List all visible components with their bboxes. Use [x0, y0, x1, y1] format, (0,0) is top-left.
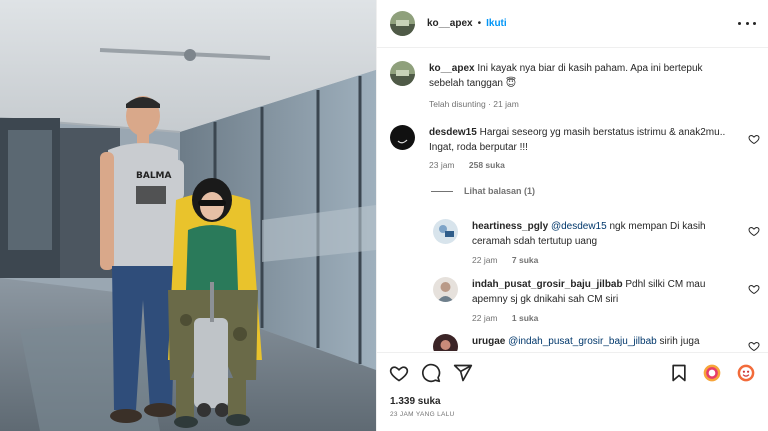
share-icon[interactable]	[453, 363, 473, 383]
bookmark-icon[interactable]	[669, 363, 689, 383]
reply-username[interactable]: urugae	[472, 336, 505, 347]
comment-time: 23 jam	[429, 160, 455, 170]
author-avatar[interactable]	[390, 11, 415, 36]
post-time-ago: 23 JAM YANG LALU	[390, 411, 455, 418]
comments-list[interactable]: ko__apex Ini kayak nya biar di kasih pah…	[377, 49, 768, 351]
commenter-avatar[interactable]	[390, 125, 415, 150]
heart-icon[interactable]	[748, 340, 760, 351]
header-separator: •	[477, 18, 482, 29]
reply-avatar[interactable]	[433, 219, 458, 244]
view-replies-button[interactable]: Lihat balasan (1)	[431, 186, 535, 196]
like-heart-icon[interactable]	[389, 363, 409, 383]
reply-likes[interactable]: 7 suka	[512, 255, 538, 265]
shirt-text: BALMA	[136, 171, 172, 181]
reply-time: 22 jam	[472, 313, 498, 323]
post-likes-count[interactable]: 1.339 suka	[390, 396, 441, 407]
post-panel: ko__apex • Ikuti ko__apex Ini kayak nya …	[376, 0, 768, 431]
follow-button[interactable]: Ikuti	[486, 18, 507, 29]
reply-avatar[interactable]	[433, 334, 458, 351]
reply-time: 22 jam	[472, 255, 498, 265]
reply-mention[interactable]: @desdew15	[551, 221, 607, 232]
view-replies-label: Lihat balasan (1)	[464, 186, 536, 196]
post-header: ko__apex • Ikuti	[377, 0, 768, 48]
reply-likes[interactable]: 1 suka	[512, 313, 538, 323]
heart-icon[interactable]	[748, 133, 760, 145]
reaction-badge-icon[interactable]	[702, 363, 722, 383]
reply-username[interactable]: indah_pusat_grosir_baju_jilbab	[472, 279, 623, 290]
more-icon[interactable]	[738, 18, 756, 30]
heart-icon[interactable]	[748, 283, 760, 295]
caption-username[interactable]: ko__apex	[429, 63, 475, 74]
post-photo[interactable]: BALMA	[0, 0, 376, 431]
reply-username[interactable]: heartiness_pgly	[472, 221, 548, 232]
reply-avatar[interactable]	[433, 277, 458, 302]
caption-avatar[interactable]	[390, 61, 415, 86]
author-username[interactable]: ko__apex	[427, 18, 473, 29]
reply-mention[interactable]: @indah_pusat_grosir_baju_jilbab	[508, 336, 657, 347]
comment-likes[interactable]: 258 suka	[469, 160, 505, 170]
comment-icon[interactable]	[421, 363, 441, 383]
caption-meta: Telah disunting · 21 jam	[429, 99, 519, 109]
post-actions: 1.339 suka 23 JAM YANG LALU	[377, 352, 768, 431]
reply-text: sirih juga	[659, 336, 700, 347]
emoji-reaction-icon[interactable]	[736, 363, 756, 383]
heart-icon[interactable]	[748, 225, 760, 237]
comment-username[interactable]: desdew15	[429, 127, 477, 138]
